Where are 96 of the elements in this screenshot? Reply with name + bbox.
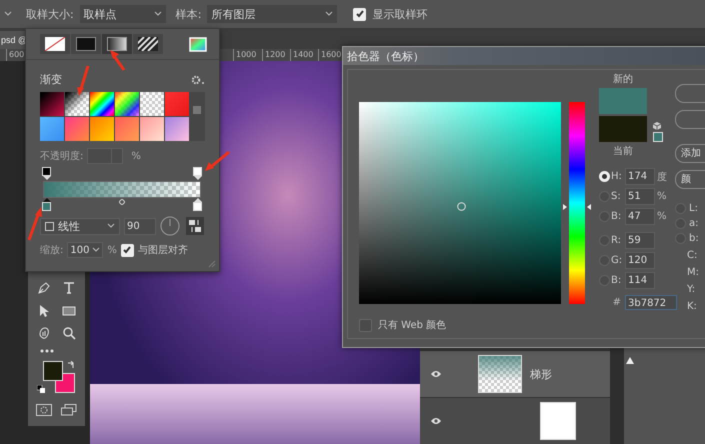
annotation-arrow — [28, 207, 42, 240]
eye-icon[interactable] — [430, 370, 442, 378]
show-ring-label: 显示取样环 — [372, 6, 428, 22]
screen-mode-icon[interactable] — [60, 404, 77, 416]
hand-icon[interactable] — [37, 326, 52, 340]
hue-slider-handle[interactable] — [563, 203, 591, 212]
gradient-preset[interactable] — [90, 92, 114, 116]
unit-label: % — [657, 191, 668, 202]
scale-field[interactable]: 100 — [67, 242, 104, 258]
pointer-icon[interactable] — [37, 304, 52, 318]
field-label: G: — [611, 255, 623, 266]
unit-label: 度 — [657, 170, 668, 184]
color-stop[interactable] — [42, 198, 51, 212]
eye-icon[interactable] — [430, 417, 442, 425]
saturation-brightness-field[interactable] — [359, 102, 561, 304]
opacity-unit: % — [131, 150, 141, 162]
field-label: Y: — [687, 284, 696, 295]
dialog-title: 拾色器（色标） — [347, 48, 424, 64]
show-ring-checkbox[interactable] — [353, 8, 366, 20]
hex-field[interactable]: 3b7872 — [625, 295, 677, 310]
pen-icon[interactable] — [37, 281, 52, 296]
angle-field[interactable]: 90 — [124, 218, 156, 234]
value-field[interactable]: 174 — [625, 168, 655, 185]
color-stop[interactable] — [193, 198, 202, 212]
angle-dial-icon[interactable] — [160, 216, 180, 236]
color-cursor-icon[interactable] — [457, 202, 466, 211]
gradient-preset[interactable] — [115, 92, 139, 116]
default-colors-icon[interactable] — [36, 385, 44, 394]
field-label: b: — [689, 233, 699, 244]
web-safe-swatch[interactable] — [653, 132, 663, 142]
sample-size-select[interactable]: 取样点 — [80, 5, 166, 23]
field-label: K: — [687, 301, 698, 312]
square-icon — [45, 222, 54, 230]
align-checkbox[interactable] — [120, 244, 134, 256]
annotation-arrow — [77, 66, 90, 96]
caret-icon[interactable] — [154, 11, 162, 17]
field-label: B: — [611, 211, 622, 222]
foreground-color-swatch[interactable] — [42, 361, 62, 382]
zoom-icon[interactable] — [62, 326, 76, 340]
field-label: C: — [687, 250, 698, 261]
value-field[interactable]: 51 — [625, 188, 655, 205]
resize-grip-icon[interactable] — [208, 260, 216, 268]
swap-icon[interactable] — [66, 361, 74, 370]
value-field[interactable]: 47 — [625, 208, 655, 225]
color-picker-icon[interactable] — [189, 36, 207, 52]
dialog-button[interactable]: 添加 — [675, 144, 705, 163]
gradient-heading: 渐变 — [40, 72, 62, 87]
field-label: a: — [689, 218, 698, 229]
caret-icon[interactable] — [4, 11, 12, 17]
caret-icon[interactable] — [92, 247, 100, 253]
annotation-arrow — [110, 50, 126, 71]
new-color-label: 新的 — [613, 72, 633, 86]
field-label: B: — [611, 275, 622, 286]
caret-icon[interactable] — [107, 223, 115, 229]
value-field[interactable]: 120 — [625, 252, 655, 269]
layer-thumbnail — [478, 355, 522, 393]
web-only-label: 只有 Web 颜色 — [378, 318, 446, 332]
gradient-bar[interactable] — [43, 181, 201, 198]
field-label: L: — [689, 203, 698, 214]
field-label: M: — [687, 267, 700, 278]
sample-select[interactable]: 所有图层 — [207, 5, 338, 23]
rectangle-icon[interactable] — [62, 304, 76, 318]
layer-thumbnail — [540, 402, 576, 440]
scale-label: 缩放: — [40, 244, 64, 257]
opacity-label: 不透明度: — [40, 150, 84, 163]
current-color-label: 当前 — [613, 144, 633, 158]
sample-size-label: 取样大小: — [26, 6, 74, 22]
unit-label: % — [657, 211, 668, 222]
field-label: S: — [611, 191, 622, 202]
layer-row[interactable] — [420, 397, 610, 444]
dialog-button[interactable]: 颜 — [675, 170, 705, 189]
field-label: H: — [611, 171, 623, 182]
quick-mask-icon[interactable] — [36, 404, 52, 416]
type-icon[interactable] — [62, 281, 76, 296]
midpoint-icon[interactable] — [119, 199, 125, 205]
annotation-arrow — [205, 150, 230, 171]
layer-name: 梯形 — [530, 366, 552, 382]
gradient-style-select[interactable]: 线性 — [40, 218, 120, 234]
fill-type-button[interactable] — [102, 34, 133, 54]
reverse-icon[interactable] — [186, 217, 204, 235]
slider-thumb-icon[interactable] — [626, 357, 634, 364]
caret-icon[interactable] — [325, 11, 334, 17]
more-icon[interactable] — [40, 348, 54, 353]
value-field[interactable]: 114 — [625, 272, 655, 289]
hex-label: # — [612, 297, 622, 308]
settings-icon[interactable] — [191, 74, 205, 84]
field-label: R: — [611, 235, 622, 246]
layer-row[interactable]: 梯形 — [420, 350, 610, 397]
sample-label: 样本: — [176, 6, 202, 22]
gradient-preset[interactable] — [65, 92, 89, 116]
value-field[interactable]: 59 — [625, 232, 655, 249]
current-color-swatch[interactable] — [599, 116, 647, 142]
web-only-checkbox[interactable] — [359, 318, 372, 332]
cube-icon[interactable] — [653, 122, 661, 130]
align-label: 与图层对齐 — [138, 244, 188, 257]
scale-unit: % — [107, 244, 117, 256]
